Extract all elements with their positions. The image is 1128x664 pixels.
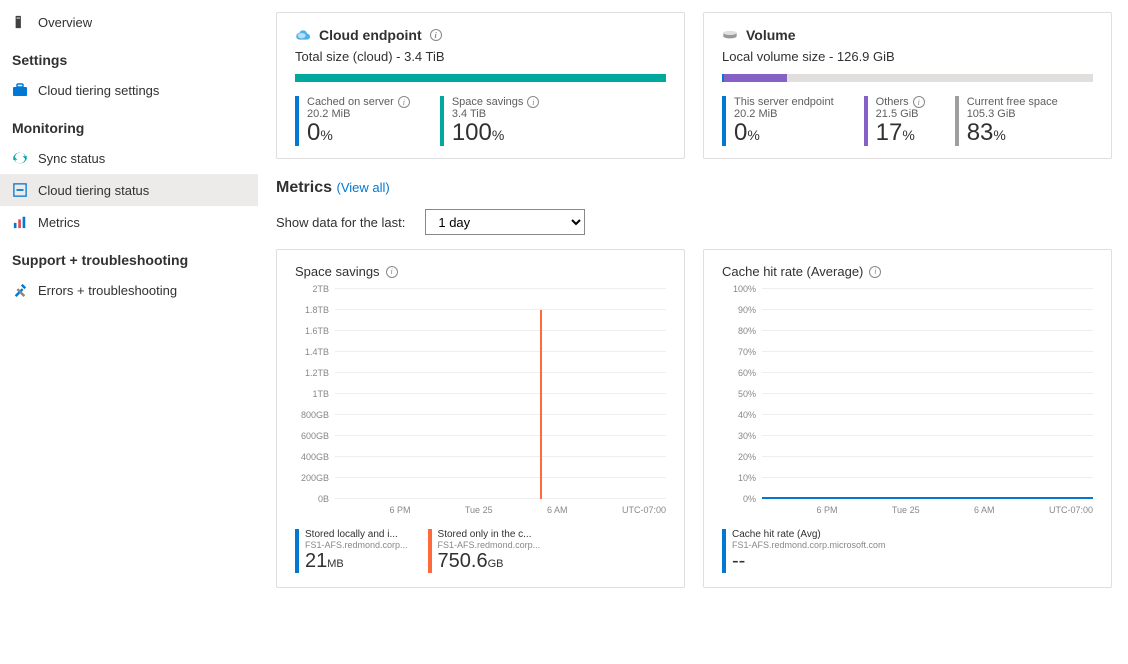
volume-card-subtitle: Local volume size - 126.9 GiB xyxy=(722,49,1093,64)
stat-sub: 20.2 MiB xyxy=(734,108,834,120)
nav-errors-troubleshooting-label: Errors + troubleshooting xyxy=(38,283,177,298)
chart-x-axis: 6 PMTue 256 AMUTC-07:00 xyxy=(335,503,666,525)
server-icon xyxy=(12,14,28,30)
legend-value: 750.6 xyxy=(438,550,488,572)
info-icon[interactable]: i xyxy=(430,29,442,41)
stat-unit: % xyxy=(902,127,914,143)
legend-label: Cache hit rate (Avg) xyxy=(732,529,842,540)
stat-unit: % xyxy=(492,127,504,143)
view-all-link[interactable]: (View all) xyxy=(336,180,389,195)
nav-errors-troubleshooting[interactable]: Errors + troubleshooting xyxy=(0,274,258,306)
stat-value: 17 xyxy=(876,119,903,146)
cache-hit-rate-chart[interactable]: 0% 10% 20% 30% 40% 50% 60% 70% 80% 90% 1… xyxy=(762,289,1093,499)
cloud-card-subtitle: Total size (cloud) - 3.4 TiB xyxy=(295,49,666,64)
info-icon[interactable]: i xyxy=(913,96,925,108)
filter-label: Show data for the last: xyxy=(276,215,405,230)
time-range-select[interactable]: 1 day xyxy=(425,209,585,235)
info-icon[interactable]: i xyxy=(386,266,398,278)
sidebar: Overview Settings Cloud tiering settings… xyxy=(0,0,258,664)
nav-cloud-tiering-status[interactable]: Cloud tiering status xyxy=(0,174,258,206)
stat-sub: 20.2 MiB xyxy=(307,108,410,120)
nav-sync-status[interactable]: Sync status xyxy=(0,142,258,174)
space-savings-chart-card: Space savings i 0B 200GB 400GB 600GB 800… xyxy=(276,249,685,588)
metrics-icon xyxy=(12,214,28,230)
metrics-heading-text: Metrics xyxy=(276,179,332,196)
nav-cloud-tiering-settings-label: Cloud tiering settings xyxy=(38,83,159,98)
cloud-card-title: Cloud endpoint xyxy=(319,27,422,43)
nav-section-support: Support + troubleshooting xyxy=(0,238,258,274)
stat-this-server-endpoint: This server endpoint 20.2 MiB 0% xyxy=(722,96,834,146)
stat-unit: % xyxy=(993,127,1005,143)
info-icon[interactable]: i xyxy=(527,96,539,108)
nav-section-settings: Settings xyxy=(0,38,258,74)
stat-label: Cached on server xyxy=(307,96,394,108)
legend-sub: FS1-AFS.redmond.corp... xyxy=(438,540,541,550)
nav-overview[interactable]: Overview xyxy=(0,6,258,38)
legend-label: Stored locally and i... xyxy=(305,529,408,540)
legend-label: Stored only in the c... xyxy=(438,529,541,540)
space-savings-chart[interactable]: 0B 200GB 400GB 600GB 800GB 1TB 1.2TB 1.4… xyxy=(335,289,666,499)
cloud-endpoint-card: Cloud endpoint i Total size (cloud) - 3.… xyxy=(276,12,685,159)
stat-label: Others xyxy=(876,96,909,108)
metrics-heading: Metrics (View all) xyxy=(276,179,1112,197)
stat-others: Othersi 21.5 GiB 17% xyxy=(864,96,925,146)
legend-unit: MB xyxy=(327,558,344,570)
legend-value: -- xyxy=(732,550,745,572)
legend-sub: FS1-AFS.redmond.corp... xyxy=(305,540,408,550)
legend-stored-locally: Stored locally and i... FS1-AFS.redmond.… xyxy=(295,529,408,573)
stat-space-savings: Space savingsi 3.4 TiB 100% xyxy=(440,96,540,146)
nav-sync-status-label: Sync status xyxy=(38,151,105,166)
stat-value: 0 xyxy=(734,119,747,146)
volume-card-title: Volume xyxy=(746,27,796,43)
volume-card: Volume Local volume size - 126.9 GiB Thi… xyxy=(703,12,1112,159)
stat-value: 100 xyxy=(452,119,492,146)
nav-cloud-tiering-status-label: Cloud tiering status xyxy=(38,183,149,198)
chart-title-text: Cache hit rate (Average) xyxy=(722,264,863,279)
chart-line xyxy=(762,497,1093,499)
chart-x-axis: 6 PMTue 256 AMUTC-07:00 xyxy=(762,503,1093,525)
briefcase-icon xyxy=(12,82,28,98)
stat-current-free-space: Current free space 105.3 GiB 83% xyxy=(955,96,1058,146)
stat-label: Current free space xyxy=(967,96,1058,108)
info-icon[interactable]: i xyxy=(869,266,881,278)
chart-title-text: Space savings xyxy=(295,264,380,279)
stat-value: 0 xyxy=(307,119,320,146)
chart-spike xyxy=(540,310,542,499)
disk-icon xyxy=(722,27,738,43)
cloud-usage-bar xyxy=(295,74,666,82)
legend-value: 21 xyxy=(305,550,327,572)
stat-label: Space savings xyxy=(452,96,524,108)
stat-cached-on-server: Cached on server i 20.2 MiB 0% xyxy=(295,96,410,146)
tools-icon xyxy=(12,282,28,298)
nav-cloud-tiering-settings[interactable]: Cloud tiering settings xyxy=(0,74,258,106)
tiering-icon xyxy=(12,182,28,198)
nav-metrics[interactable]: Metrics xyxy=(0,206,258,238)
nav-section-monitoring: Monitoring xyxy=(0,106,258,142)
legend-cache-hit: Cache hit rate (Avg) FS1-AFS.redmond.cor… xyxy=(722,529,886,573)
stat-unit: % xyxy=(320,127,332,143)
legend-unit: GB xyxy=(488,558,504,570)
main-content: Cloud endpoint i Total size (cloud) - 3.… xyxy=(258,0,1128,664)
stat-label: This server endpoint xyxy=(734,96,834,108)
nav-metrics-label: Metrics xyxy=(38,215,80,230)
legend-sub: FS1-AFS.redmond.corp.microsoft.com xyxy=(732,540,886,550)
cloud-icon xyxy=(295,27,311,43)
cache-hit-rate-chart-card: Cache hit rate (Average) i 0% 10% 20% 30… xyxy=(703,249,1112,588)
legend-stored-cloud: Stored only in the c... FS1-AFS.redmond.… xyxy=(428,529,541,573)
stat-value: 83 xyxy=(967,119,994,146)
sync-icon xyxy=(12,150,28,166)
volume-usage-bar xyxy=(722,74,1093,82)
nav-overview-label: Overview xyxy=(38,15,92,30)
stat-unit: % xyxy=(747,127,759,143)
info-icon[interactable]: i xyxy=(398,96,410,108)
